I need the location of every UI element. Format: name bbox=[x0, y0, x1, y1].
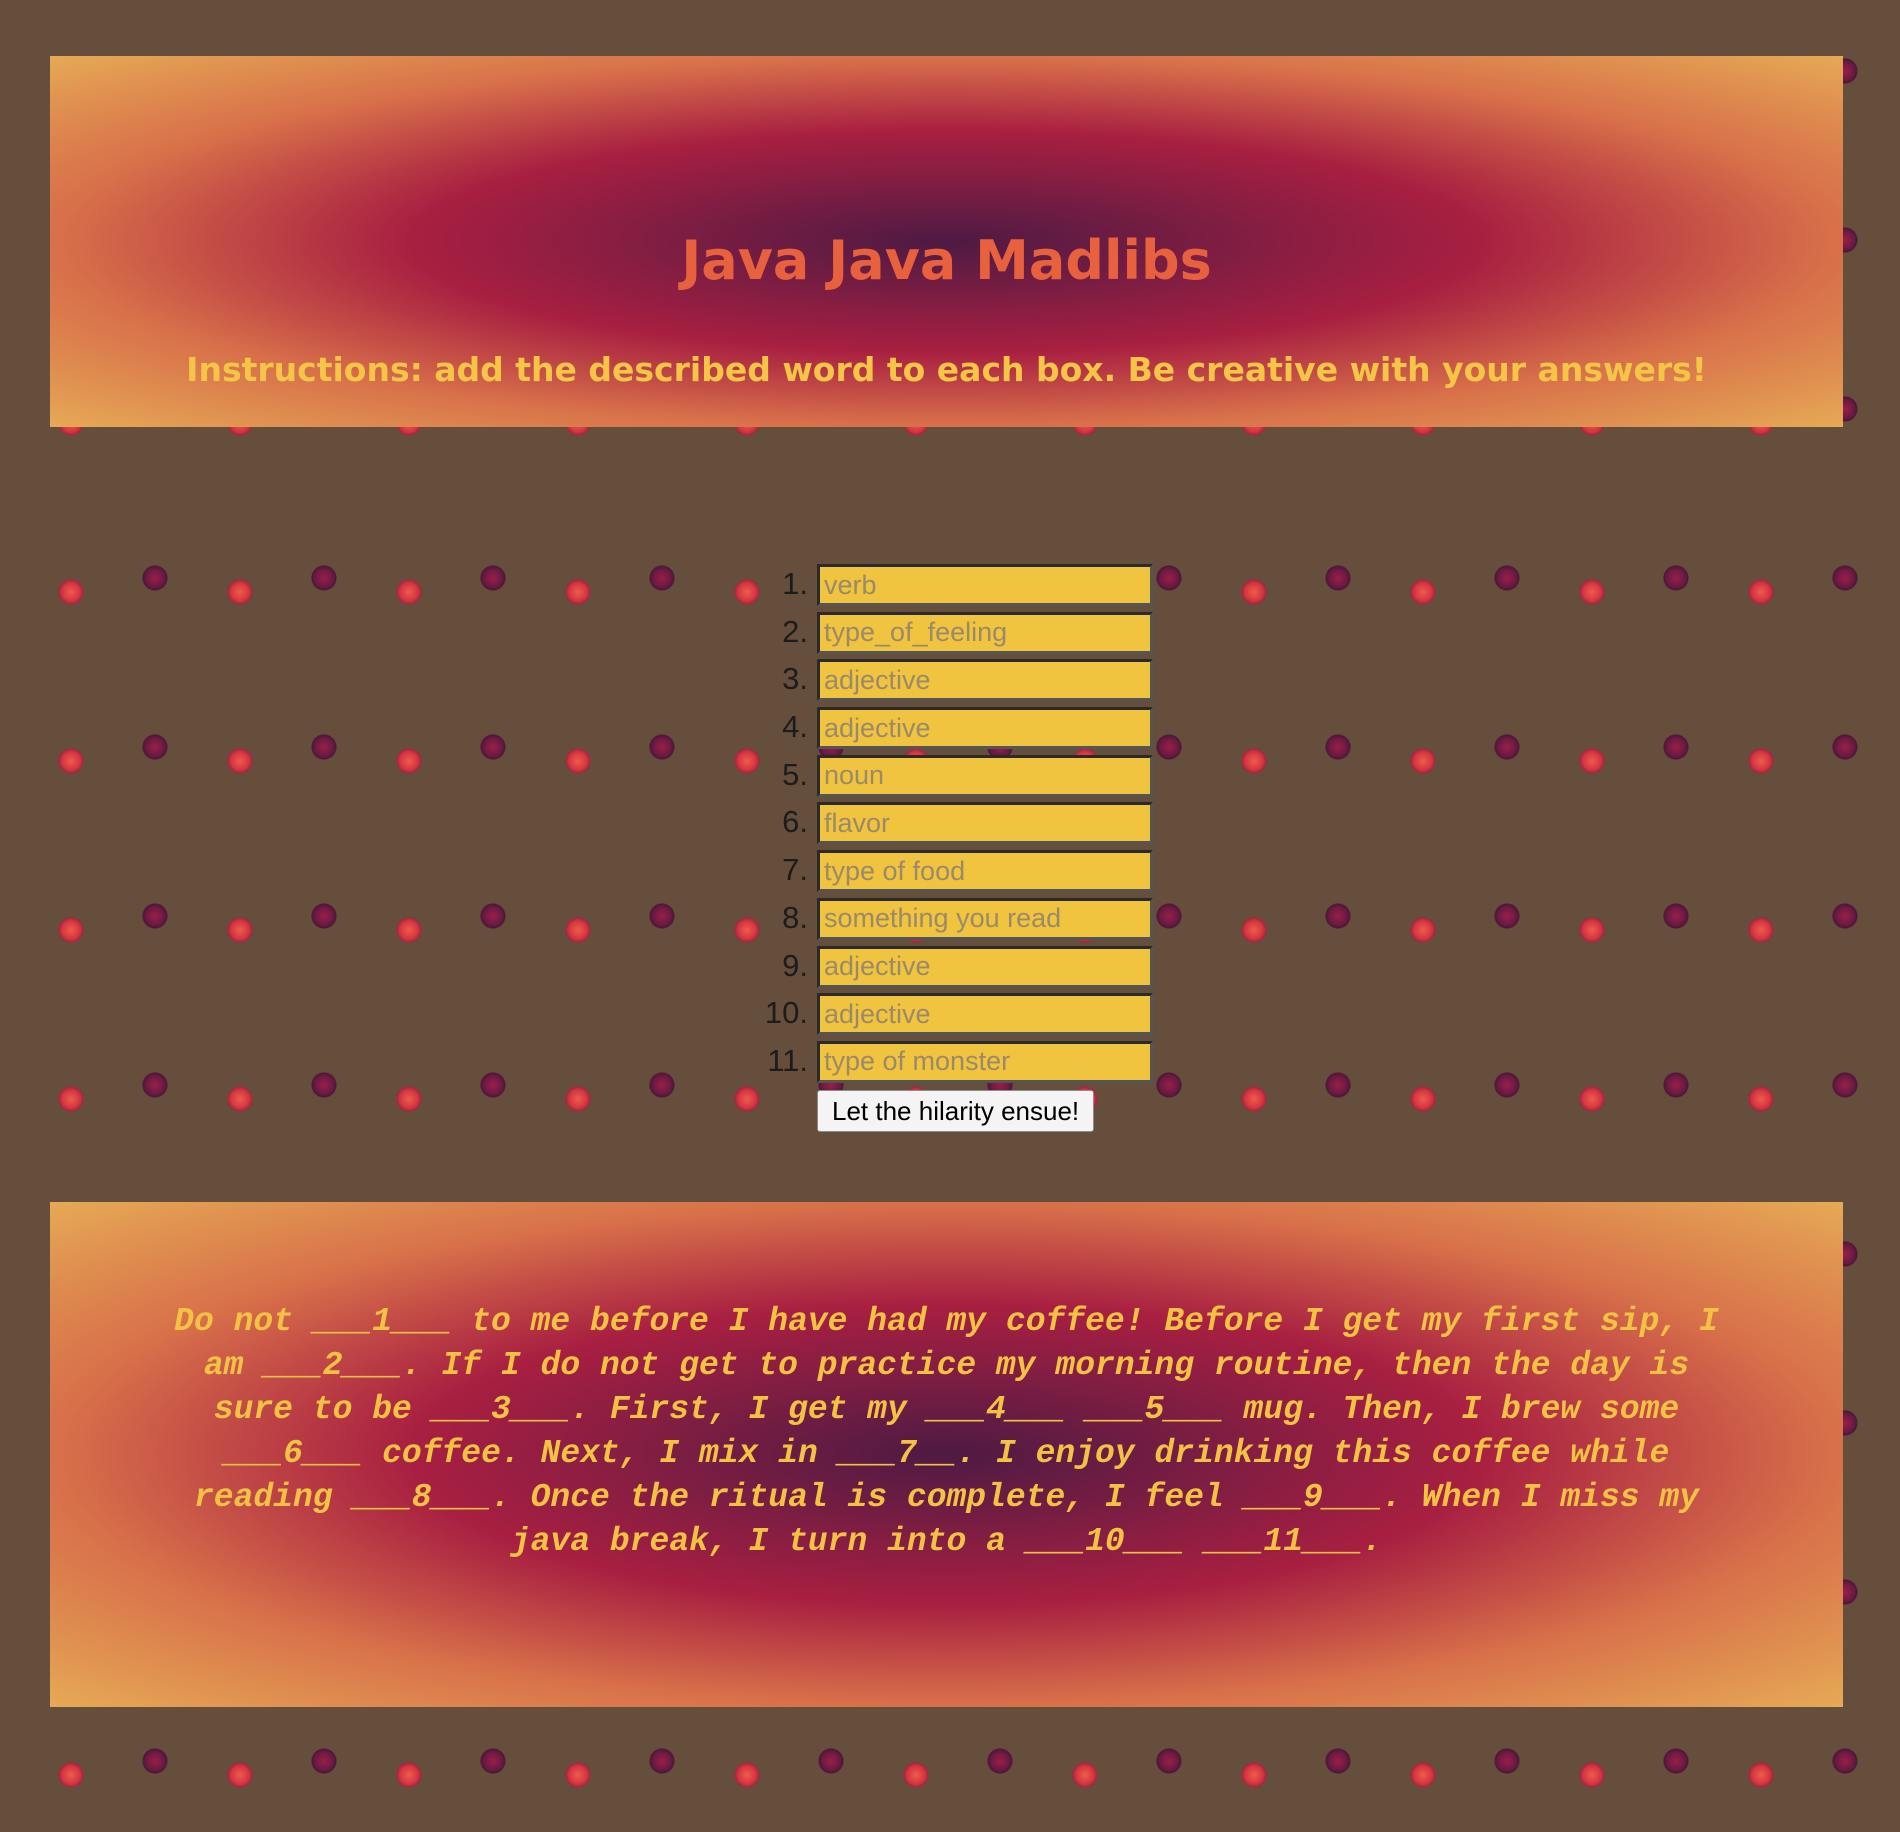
adjective-input[interactable] bbox=[817, 659, 1153, 702]
field-number: 7. bbox=[782, 852, 808, 888]
field-number: 1. bbox=[782, 566, 808, 601]
field-number: 5. bbox=[782, 756, 808, 792]
story-text: Do not ___1___ to me before I have had m… bbox=[174, 1303, 1719, 1560]
adjective-input[interactable] bbox=[817, 993, 1153, 1036]
field-row: 11. bbox=[700, 1039, 1220, 1087]
field-row: 2. bbox=[700, 610, 1220, 658]
adjective-input[interactable] bbox=[817, 707, 1153, 750]
flavor-input[interactable] bbox=[817, 802, 1153, 845]
field-row: 6. bbox=[700, 800, 1220, 848]
field-number: 10. bbox=[764, 995, 808, 1031]
monster-input[interactable] bbox=[817, 1040, 1153, 1083]
submit-button[interactable]: Let the hilarity ensue! bbox=[817, 1090, 1095, 1132]
field-number: 3. bbox=[782, 661, 808, 697]
field-row: 8. bbox=[700, 896, 1220, 944]
noun-input[interactable] bbox=[817, 754, 1153, 797]
page-title: Java Java Madlibs bbox=[681, 229, 1212, 292]
field-row: 10. bbox=[700, 991, 1220, 1039]
reading-input[interactable] bbox=[817, 897, 1153, 940]
field-number: 11. bbox=[767, 1042, 808, 1078]
madlib-form: 1. 2. 3. 4. 5. 6. 7. 8. 9. 10. 11. Let t bbox=[700, 562, 1220, 1132]
field-number: 6. bbox=[782, 804, 808, 840]
feeling-input[interactable] bbox=[817, 611, 1153, 654]
field-row: 5. bbox=[700, 753, 1220, 801]
instructions-text: Instructions: add the described word to … bbox=[186, 350, 1707, 389]
field-row: 1. bbox=[700, 562, 1220, 610]
field-number: 2. bbox=[782, 613, 808, 649]
story-banner: Do not ___1___ to me before I have had m… bbox=[50, 1202, 1843, 1707]
field-row: 4. bbox=[700, 705, 1220, 753]
verb-input[interactable] bbox=[817, 564, 1153, 606]
field-number: 4. bbox=[782, 709, 808, 745]
field-row: 7. bbox=[700, 848, 1220, 896]
field-number: 8. bbox=[782, 899, 808, 935]
adjective-input[interactable] bbox=[817, 945, 1153, 988]
header-banner: Java Java Madlibs Instructions: add the … bbox=[50, 56, 1843, 427]
field-number: 9. bbox=[782, 947, 808, 983]
food-input[interactable] bbox=[817, 850, 1153, 893]
field-row: 9. bbox=[700, 944, 1220, 992]
field-row: 3. bbox=[700, 657, 1220, 705]
